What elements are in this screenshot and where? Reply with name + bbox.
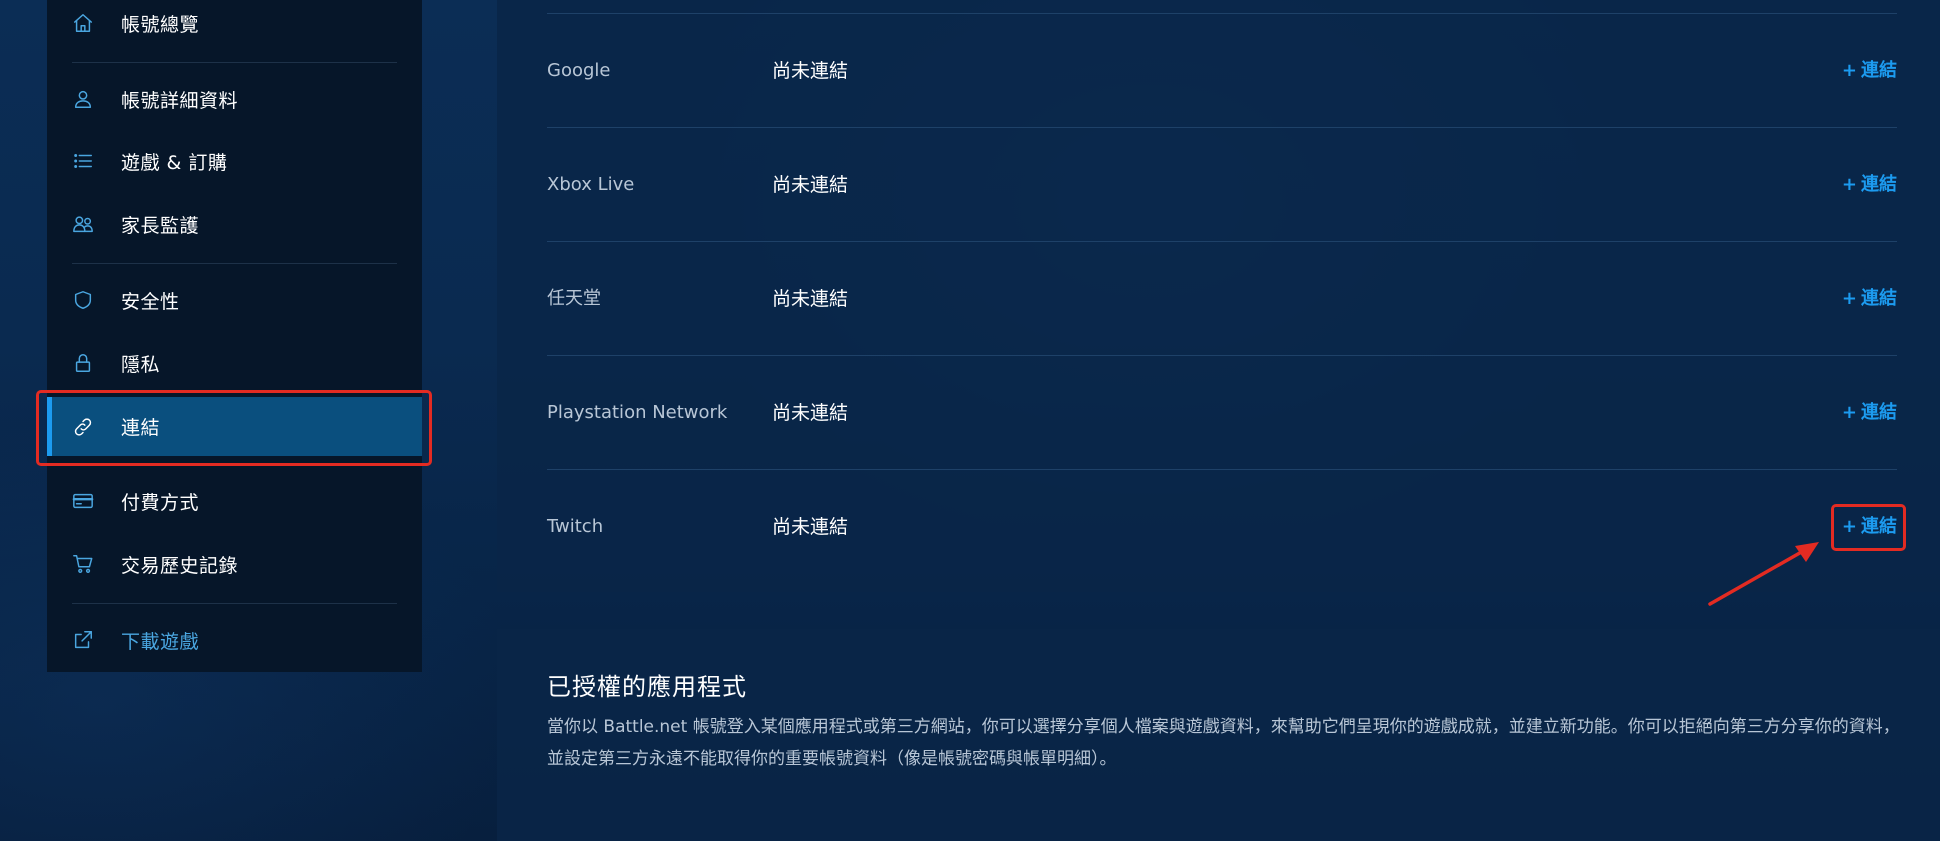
plus-icon: + bbox=[1841, 174, 1857, 195]
sidebar-item-account-overview[interactable]: 帳號總覽 bbox=[47, 0, 422, 51]
service-name: Twitch bbox=[547, 516, 604, 537]
service-name: Google bbox=[547, 60, 611, 81]
plus-icon: + bbox=[1841, 288, 1857, 309]
annotation-arrow-icon bbox=[1708, 542, 1819, 606]
connect-button-playstation-network[interactable]: + 連結 bbox=[1842, 356, 1897, 470]
external-link-icon bbox=[71, 628, 95, 652]
sidebar-item-label: 帳號總覽 bbox=[121, 13, 200, 36]
nav-divider bbox=[72, 603, 397, 604]
highlight-box-connections bbox=[36, 390, 432, 466]
sidebar-item-security[interactable]: 安全性 bbox=[47, 272, 422, 328]
sidebar-item-account-details[interactable]: 帳號詳細資料 bbox=[47, 71, 422, 127]
sidebar-item-download-games[interactable]: 下載遊戲 bbox=[47, 612, 422, 668]
sidebar-item-label: 安全性 bbox=[121, 290, 180, 313]
lock-icon bbox=[71, 351, 95, 375]
sidebar: 帳號總覽 帳號詳細資料 遊戲 & 訂購 家長監護 安全性 隱私 連結 付費方式 … bbox=[47, 0, 422, 672]
connect-button-google[interactable]: + 連結 bbox=[1842, 14, 1897, 128]
sidebar-item-parental-controls[interactable]: 家長監護 bbox=[47, 196, 422, 252]
sidebar-item-privacy[interactable]: 隱私 bbox=[47, 335, 422, 391]
connection-row-twitch: Twitch 尚未連結 + 連結 bbox=[547, 470, 1897, 584]
cart-icon bbox=[71, 552, 95, 576]
sidebar-item-games-subscriptions[interactable]: 遊戲 & 訂購 bbox=[47, 133, 422, 189]
users-icon bbox=[71, 212, 95, 236]
user-icon bbox=[71, 87, 95, 111]
connection-status: 尚未連結 bbox=[772, 288, 849, 310]
service-name: Xbox Live bbox=[547, 174, 635, 195]
connection-row-playstation-network: Playstation Network 尚未連結 + 連結 bbox=[547, 356, 1897, 470]
sidebar-item-label: 家長監護 bbox=[121, 214, 200, 237]
connection-status: 尚未連結 bbox=[772, 516, 849, 538]
sidebar-item-label: 交易歷史記錄 bbox=[121, 554, 239, 577]
connections-panel: Google 尚未連結 + 連結 Xbox Live 尚未連結 + 連結 任天堂 尚… bbox=[497, 0, 1940, 592]
connection-row-google: Google 尚未連結 + 連結 bbox=[547, 14, 1897, 128]
shield-icon bbox=[71, 288, 95, 312]
connection-row-xbox-live: Xbox Live 尚未連結 + 連結 bbox=[547, 128, 1897, 242]
sidebar-item-label: 隱私 bbox=[121, 353, 161, 376]
credit-card-icon bbox=[71, 489, 95, 513]
plus-icon: + bbox=[1841, 60, 1857, 81]
section-description: 當你以 Battle.net 帳號登入某個應用程式或第三方網站，你可以選擇分享個… bbox=[547, 717, 1900, 769]
highlight-box-twitch-connect bbox=[1831, 504, 1906, 551]
connect-button-nintendo[interactable]: + 連結 bbox=[1842, 242, 1897, 356]
plus-icon: + bbox=[1841, 402, 1857, 423]
list-icon bbox=[71, 149, 95, 173]
nav-divider bbox=[72, 62, 397, 63]
sidebar-item-label: 付費方式 bbox=[121, 491, 200, 514]
connection-status: 尚未連結 bbox=[772, 174, 849, 196]
service-name: Playstation Network bbox=[547, 402, 728, 423]
connection-status: 尚未連結 bbox=[772, 60, 849, 82]
nav-divider bbox=[72, 263, 397, 264]
section-title: 已授權的應用程式 bbox=[547, 673, 747, 701]
sidebar-item-label: 遊戲 & 訂購 bbox=[121, 151, 228, 174]
sidebar-item-label: 帳號詳細資料 bbox=[121, 89, 239, 112]
connection-row-nintendo: 任天堂 尚未連結 + 連結 bbox=[547, 242, 1897, 356]
connect-button-xbox-live[interactable]: + 連結 bbox=[1842, 128, 1897, 242]
sidebar-item-transaction-history[interactable]: 交易歷史記錄 bbox=[47, 536, 422, 592]
home-icon bbox=[71, 11, 95, 35]
service-name: 任天堂 bbox=[547, 288, 601, 309]
sidebar-item-payment-methods[interactable]: 付費方式 bbox=[47, 473, 422, 529]
authorized-apps-panel: 已授權的應用程式 當你以 Battle.net 帳號登入某個應用程式或第三方網站… bbox=[497, 629, 1940, 841]
connection-status: 尚未連結 bbox=[772, 402, 849, 424]
sidebar-item-label: 下載遊戲 bbox=[121, 630, 200, 653]
